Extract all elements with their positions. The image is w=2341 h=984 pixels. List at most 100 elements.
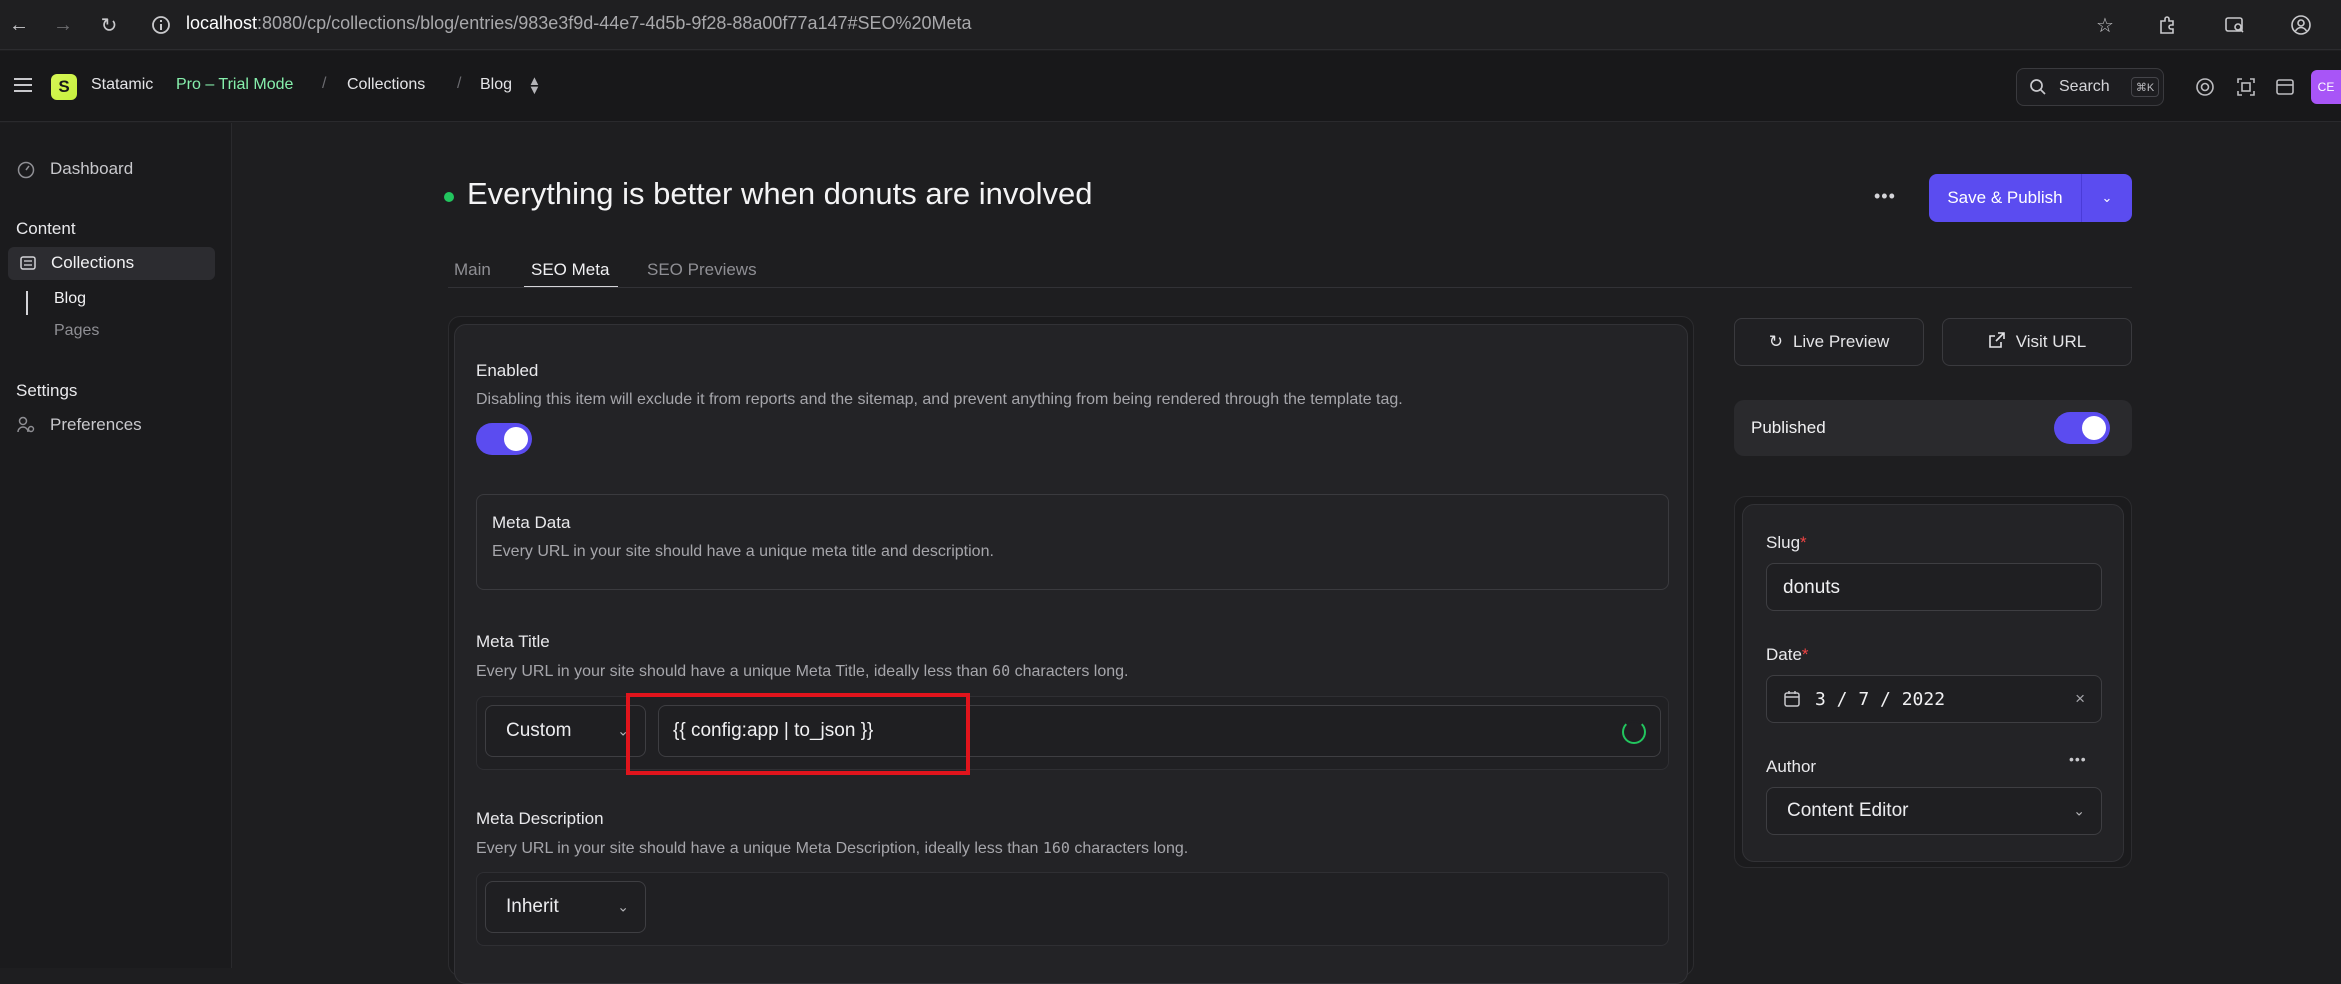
breadcrumb-separator: / (457, 75, 462, 92)
tab-main[interactable]: Main (454, 260, 491, 280)
open-site-icon[interactable] (2271, 73, 2299, 101)
url-path: :8080/cp/collections/blog/entries/983e3f… (257, 13, 972, 33)
save-publish-group: Save & Publish ⌄ (1929, 174, 2132, 222)
browser-toolbar: ← → ↻ localhost:8080/cp/collections/blog… (0, 0, 2341, 50)
app-header: S Statamic Pro – Trial Mode / Collection… (0, 51, 2341, 122)
required-mark: * (1800, 533, 1807, 552)
sidebar-item-blog[interactable]: Blog (54, 290, 86, 308)
collections-icon (18, 254, 38, 277)
help-number: 160 (1042, 839, 1070, 857)
meta-description-label: Meta Description (476, 809, 604, 828)
meta-title-help: Every URL in your site should have a uni… (476, 662, 1128, 681)
live-preview-label: Live Preview (1792, 332, 1890, 351)
date-label: Date* (1766, 645, 1809, 665)
preferences-icon (16, 415, 36, 440)
slug-label-text: Slug (1766, 533, 1801, 552)
refresh-icon: ↻ (1768, 332, 1783, 351)
date-value: 3 / 7 / 2022 (1815, 689, 1946, 710)
seo-form-card: Enabled Disabling this item will exclude… (454, 324, 1688, 984)
statamic-logo[interactable]: S (51, 74, 77, 100)
tab-seo-previews[interactable]: SEO Previews (647, 260, 757, 280)
help-support-icon[interactable] (2191, 73, 2219, 101)
url-host: localhost (186, 13, 258, 33)
app-name[interactable]: Statamic (91, 76, 153, 94)
date-label-text: Date (1766, 645, 1802, 664)
more-actions-button[interactable]: ••• (1874, 186, 1896, 207)
help-text: characters long. (1010, 663, 1129, 680)
meta-data-label: Meta Data (492, 513, 571, 532)
enabled-toggle[interactable] (476, 423, 532, 455)
dashboard-icon (16, 159, 36, 184)
published-status-dot (444, 192, 454, 202)
extensions-icon[interactable] (2154, 12, 2180, 38)
reload-icon[interactable]: ↻ (96, 12, 122, 38)
scan-frame-icon[interactable] (2232, 73, 2260, 101)
author-select[interactable]: Content Editor ⌄ (1766, 787, 2102, 835)
breadcrumb-collections[interactable]: Collections (347, 76, 425, 94)
profile-icon[interactable] (2288, 12, 2314, 38)
save-options-chevron-icon[interactable]: ⌄ (2082, 174, 2132, 222)
tab-seo-meta[interactable]: SEO Meta (531, 260, 609, 280)
required-mark: * (1801, 645, 1809, 664)
help-text: Every URL in your site should have a uni… (476, 663, 993, 680)
published-toggle[interactable] (2054, 412, 2110, 444)
search-button[interactable]: Search ⌘K (2016, 68, 2164, 106)
meta-description-mode-value: Inherit (506, 896, 559, 917)
meta-title-label: Meta Title (476, 632, 550, 651)
sidebar-item-collections[interactable]: Collections (8, 247, 215, 280)
sidebar-item-preferences[interactable]: Preferences (50, 415, 142, 435)
toggle-knob (2082, 416, 2106, 440)
external-link-icon (1988, 331, 2006, 354)
bookmark-star-icon[interactable]: ☆ (2092, 12, 2118, 38)
toggle-knob (504, 427, 528, 451)
save-publish-button[interactable]: Save & Publish (1929, 174, 2081, 222)
tab-search-icon[interactable] (2222, 12, 2248, 38)
live-preview-button[interactable]: ↻ Live Preview (1734, 318, 1924, 366)
search-shortcut-badge: ⌘K (2131, 77, 2159, 97)
author-more-button[interactable]: ••• (2069, 751, 2087, 767)
clear-date-icon[interactable]: × (2075, 689, 2085, 709)
help-text: Every URL in your site should have a uni… (476, 840, 1043, 857)
site-info-icon[interactable] (148, 12, 174, 38)
date-input[interactable]: 3 / 7 / 2022 × (1766, 675, 2102, 723)
meta-description-mode-select[interactable]: Inherit ⌄ (485, 881, 646, 933)
search-label: Search (2059, 78, 2110, 95)
meta-title-mode-select[interactable]: Custom ⌄ (485, 705, 646, 757)
chevron-down-icon: ⌄ (617, 898, 629, 915)
meta-data-help: Every URL in your site should have a uni… (492, 543, 994, 560)
author-label: Author (1766, 757, 1817, 776)
entry-meta-card: Slug* donuts Date* 3 / 7 / 2022 × Author… (1742, 504, 2124, 862)
meta-description-help: Every URL in your site should have a uni… (476, 839, 1188, 858)
active-indicator (26, 291, 28, 315)
hamburger-menu-icon[interactable] (14, 76, 34, 99)
chevron-up-down-icon[interactable]: ▲ ▼ (528, 74, 541, 96)
visit-url-label: Visit URL (2015, 332, 2087, 351)
chevron-down-icon: ⌄ (2073, 802, 2085, 819)
enabled-help: Disabling this item will exclude it from… (476, 391, 1403, 408)
address-bar[interactable]: localhost:8080/cp/collections/blog/entri… (186, 13, 972, 34)
sidebar-section-settings: Settings (16, 381, 78, 400)
slug-input[interactable]: donuts (1766, 563, 2102, 611)
loading-spinner-icon (1622, 720, 1646, 744)
slug-label: Slug* (1766, 533, 1807, 553)
help-number: 60 (992, 662, 1011, 680)
enabled-label: Enabled (476, 361, 539, 380)
trial-mode-badge[interactable]: Pro – Trial Mode (176, 76, 293, 94)
slug-value: donuts (1783, 577, 1841, 598)
tabs-divider (448, 287, 2132, 288)
back-arrow-icon[interactable]: ← (6, 12, 32, 38)
author-value: Content Editor (1787, 800, 1909, 821)
meta-data-section: Meta Data Every URL in your site should … (476, 494, 1669, 590)
breadcrumb-blog[interactable]: Blog (480, 76, 512, 94)
visit-url-button[interactable]: Visit URL (1942, 318, 2132, 366)
sidebar-item-pages[interactable]: Pages (54, 322, 99, 340)
sidebar: Dashboard Content Collections Blog Pages… (0, 123, 232, 968)
sidebar-item-dashboard[interactable]: Dashboard (50, 159, 133, 179)
calendar-icon (1783, 690, 1801, 714)
forward-arrow-icon[interactable]: → (50, 12, 76, 38)
user-avatar[interactable]: CE (2311, 70, 2341, 104)
meta-title-mode-value: Custom (506, 720, 572, 741)
page-title: Everything is better when donuts are inv… (467, 176, 1093, 211)
sidebar-collections-label: Collections (51, 253, 135, 272)
breadcrumb-separator: / (322, 75, 327, 92)
